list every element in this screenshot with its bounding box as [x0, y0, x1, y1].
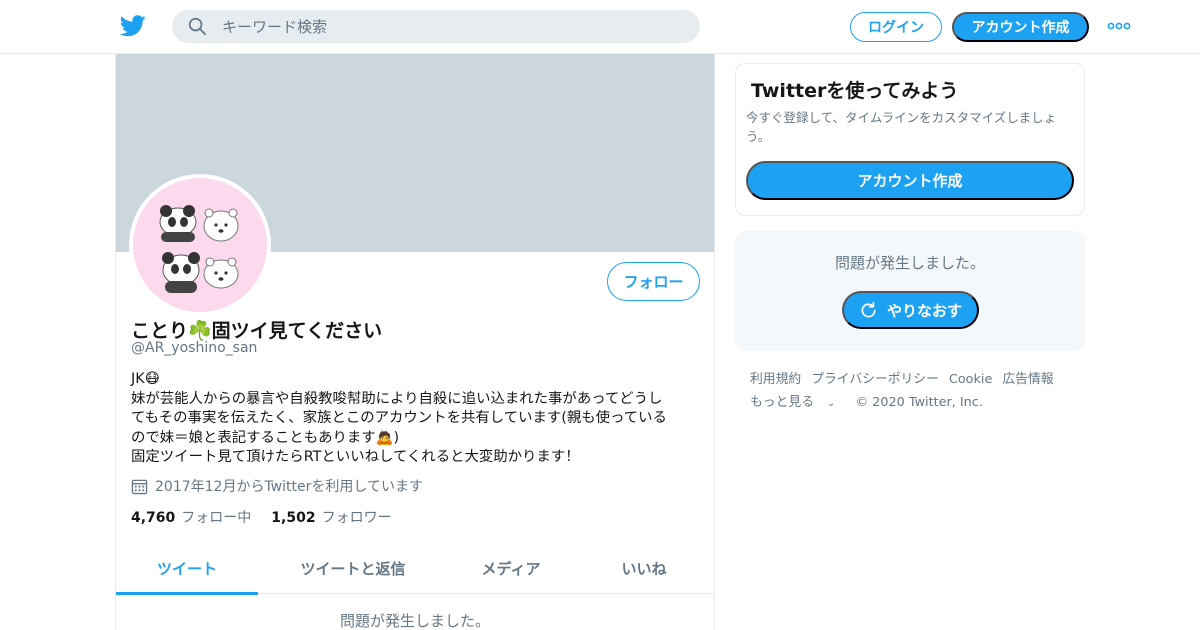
joined-date-text: 2017年12月からTwitterを利用しています [155, 479, 423, 495]
bio-line: ので妹＝娘と表記することもあります🙇) [131, 429, 400, 446]
signup-card-title: Twitterを使ってみよう [751, 80, 959, 102]
avatar[interactable] [129, 174, 271, 316]
top-navigation-bar: ログイン アカウント作成 [0, 0, 1200, 54]
profile-handle[interactable]: @AR_yoshino_san [131, 340, 257, 356]
chevron-down-icon: ⌄ [826, 398, 836, 409]
signup-card-button[interactable]: アカウント作成 [746, 161, 1074, 200]
retry-icon [861, 301, 876, 318]
profile-bio: JK😷 妹が芸能人からの暴言や自殺教唆幇助により自殺に追い込まれた事があってどう… [131, 370, 699, 468]
twitter-bird-icon[interactable] [120, 14, 146, 38]
error-card-message: 問題が発生しました。 [834, 254, 985, 272]
footer-links: 利用規約 プライバシーポリシー Cookie 広告情報 もっと見る ⌄ © 2020 Tw… [750, 368, 1085, 415]
signup-button-header[interactable]: アカウント作成 [952, 12, 1089, 42]
footer-link-privacy[interactable]: プライバシーポリシー [811, 368, 939, 391]
avatar-bears-illustration [159, 205, 239, 293]
bio-line: 妹が芸能人からの暴言や自殺教唆幇助により自殺に追い込まれた事があってどうし [131, 390, 663, 407]
following-label: フォロー中 [181, 510, 252, 526]
more-dots-icon[interactable] [1107, 18, 1131, 34]
followers-count: 1,502 [271, 510, 316, 526]
profile-display-name[interactable]: ことり☘️固ツイ見てください [131, 316, 382, 343]
footer-link-terms[interactable]: 利用規約 [750, 368, 801, 391]
profile-column: フォロー ことり☘️固ツイ見てください @AR_yoshino_san JK😷 … [115, 54, 715, 630]
signup-card-description: 今すぐ登録して、タイムラインをカスタマイズしましょう。 [746, 110, 1057, 144]
footer-copyright: © 2020 Twitter, Inc. [855, 395, 983, 410]
footer-link-ads[interactable]: 広告情報 [1002, 368, 1053, 391]
footer-more-label: もっと見る [750, 395, 814, 410]
tab-likes[interactable]: いいね [574, 542, 714, 594]
search-input[interactable] [222, 10, 682, 43]
bio-line: てもその事実を伝えたく、家族とこのアカウントを共有しています(親も使っている [131, 410, 667, 427]
login-button[interactable]: ログイン [850, 12, 942, 42]
avatar-image [133, 178, 267, 312]
retry-button[interactable]: やりなおす [842, 291, 979, 329]
bio-line: 固定ツイート見て頂けたらRTといいねしてくれると大変助かります！ [131, 449, 580, 466]
timeline-error-message: 問題が発生しました。 [339, 612, 490, 630]
following-count: 4,760 [131, 510, 176, 526]
tab-media[interactable]: メディア [448, 542, 574, 594]
footer-link-cookie[interactable]: Cookie [949, 368, 992, 391]
bio-line: JK😷 [131, 371, 160, 387]
calendar-icon [131, 479, 148, 494]
joined-date: 2017年12月からTwitterを利用しています [131, 476, 423, 496]
followers-label: フォロワー [321, 510, 392, 526]
retry-label: やりなおす [886, 301, 962, 320]
search-icon [188, 17, 206, 35]
following-stat[interactable]: 4,760 フォロー中 [131, 507, 251, 527]
followers-stat[interactable]: 1,502 フォロワー [271, 507, 391, 527]
search-box[interactable] [172, 10, 700, 43]
footer-more-link[interactable]: もっと見る ⌄ [750, 391, 845, 415]
tab-tweets[interactable]: ツイート [116, 542, 258, 595]
profile-tabs: ツイート ツイートと返信 メディア いいね [116, 542, 714, 595]
tab-tweets-and-replies[interactable]: ツイートと返信 [258, 542, 448, 594]
signup-card: Twitterを使ってみよう 今すぐ登録して、タイムラインをカスタマイズしましょ… [735, 63, 1085, 216]
error-card: 問題が発生しました。 やりなおす [735, 231, 1085, 351]
follow-button[interactable]: フォロー [607, 262, 700, 301]
follow-stats: 4,760 フォロー中 1,502 フォロワー [131, 507, 412, 527]
